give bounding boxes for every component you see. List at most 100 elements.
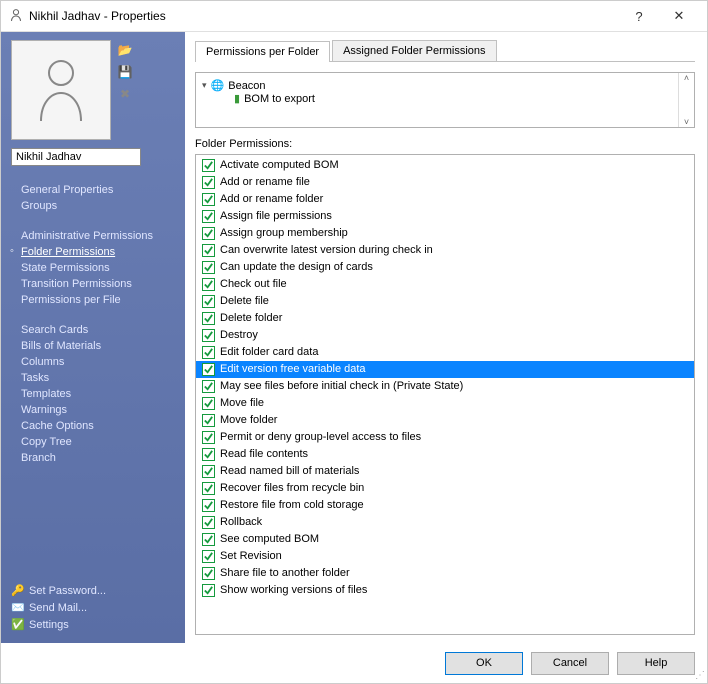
cancel-button[interactable]: Cancel [531, 652, 609, 675]
permission-row[interactable]: Edit version free variable data [196, 361, 694, 378]
checkbox[interactable] [202, 278, 215, 291]
sidebar-item-warnings[interactable]: Warnings [11, 404, 175, 420]
sidebar-item-folder-permissions[interactable]: Folder Permissions [11, 246, 175, 262]
checkbox[interactable] [202, 550, 215, 563]
permission-row[interactable]: Recover files from recycle bin [196, 480, 694, 497]
permission-row[interactable]: Delete file [196, 293, 694, 310]
tab-permissions-per-folder[interactable]: Permissions per Folder [195, 41, 330, 62]
permission-label: Check out file [220, 277, 287, 292]
user-name-input[interactable] [11, 148, 141, 166]
checkbox[interactable] [202, 380, 215, 393]
checkbox[interactable] [202, 448, 215, 461]
checkbox[interactable] [202, 244, 215, 257]
permission-row[interactable]: Can overwrite latest version during chec… [196, 242, 694, 259]
sidebar-action-set-password-[interactable]: 🔑Set Password... [11, 584, 175, 601]
checkbox[interactable] [202, 295, 215, 308]
scroll-down-icon[interactable]: ˅ [679, 117, 694, 127]
sidebar-item-transition-permissions[interactable]: Transition Permissions [11, 278, 175, 294]
checkbox[interactable] [202, 193, 215, 206]
permission-row[interactable]: Check out file [196, 276, 694, 293]
help-button[interactable]: ? [619, 9, 659, 24]
sidebar-item-cache-options[interactable]: Cache Options [11, 420, 175, 436]
sidebar-item-state-permissions[interactable]: State Permissions [11, 262, 175, 278]
permission-row[interactable]: Activate computed BOM [196, 157, 694, 174]
checkbox[interactable] [202, 210, 215, 223]
tab-assigned-folder-permissions[interactable]: Assigned Folder Permissions [332, 40, 496, 61]
checkbox[interactable] [202, 227, 215, 240]
permission-row[interactable]: Move file [196, 395, 694, 412]
scroll-up-icon[interactable]: ˄ [679, 73, 694, 83]
open-icon[interactable]: 📂 [117, 42, 133, 58]
sidebar-item-tasks[interactable]: Tasks [11, 372, 175, 388]
ok-button[interactable]: OK [445, 652, 523, 675]
permission-label: Set Revision [220, 549, 282, 564]
sidebar-item-search-cards[interactable]: Search Cards [11, 324, 175, 340]
checkbox[interactable] [202, 159, 215, 172]
permission-row[interactable]: Add or rename file [196, 174, 694, 191]
permission-row[interactable]: Show working versions of files [196, 582, 694, 599]
checkbox[interactable] [202, 346, 215, 359]
checkbox[interactable] [202, 567, 215, 580]
permission-row[interactable]: Read named bill of materials [196, 463, 694, 480]
checkbox[interactable] [202, 363, 215, 376]
permission-row[interactable]: Permit or deny group-level access to fil… [196, 429, 694, 446]
checkbox[interactable] [202, 499, 215, 512]
tree-scrollbar[interactable]: ˄ ˅ [678, 73, 694, 127]
sidebar-item-branch[interactable]: Branch [11, 452, 175, 468]
checkbox[interactable] [202, 261, 215, 274]
sidebar-item-bills-of-materials[interactable]: Bills of Materials [11, 340, 175, 356]
checkbox[interactable] [202, 397, 215, 410]
sidebar-item-templates[interactable]: Templates [11, 388, 175, 404]
checkbox[interactable] [202, 312, 215, 325]
sidebar-item-administrative-permissions[interactable]: Administrative Permissions [11, 230, 175, 246]
permission-label: May see files before initial check in (P… [220, 379, 463, 394]
permission-row[interactable]: Rollback [196, 514, 694, 531]
checkbox[interactable] [202, 431, 215, 444]
sidebar-item-copy-tree[interactable]: Copy Tree [11, 436, 175, 452]
permission-row[interactable]: See computed BOM [196, 531, 694, 548]
tree-root-label[interactable]: Beacon [228, 80, 265, 92]
permission-row[interactable]: Delete folder [196, 310, 694, 327]
permission-row[interactable]: Set Revision [196, 548, 694, 565]
permission-row[interactable]: Assign file permissions [196, 208, 694, 225]
resize-grip[interactable]: ⋰ [695, 670, 705, 681]
permission-label: See computed BOM [220, 532, 319, 547]
permission-row[interactable]: Assign group membership [196, 225, 694, 242]
permission-row[interactable]: Edit folder card data [196, 344, 694, 361]
permission-label: Permit or deny group-level access to fil… [220, 430, 421, 445]
close-button[interactable]: ✕ [659, 8, 699, 24]
checkbox[interactable] [202, 482, 215, 495]
permission-row[interactable]: Read file contents [196, 446, 694, 463]
titlebar: Nikhil Jadhav - Properties ? ✕ [1, 1, 707, 31]
permission-row[interactable]: Move folder [196, 412, 694, 429]
permission-row[interactable]: Restore file from cold storage [196, 497, 694, 514]
permission-row[interactable]: Add or rename folder [196, 191, 694, 208]
folder-tree[interactable]: ▾ 🌐 Beacon ▮ BOM to export ˄ ˅ [195, 72, 695, 128]
save-icon[interactable]: 💾 [117, 64, 133, 80]
permission-row[interactable]: Can update the design of cards [196, 259, 694, 276]
permission-row[interactable]: May see files before initial check in (P… [196, 378, 694, 395]
delete-icon[interactable]: ✖ [117, 86, 133, 102]
checkbox[interactable] [202, 584, 215, 597]
sidebar-item-columns[interactable]: Columns [11, 356, 175, 372]
permission-label: Add or rename folder [220, 192, 323, 207]
help-button-bottom[interactable]: Help [617, 652, 695, 675]
tree-child-label[interactable]: BOM to export [244, 93, 315, 105]
permission-row[interactable]: Destroy [196, 327, 694, 344]
checkbox[interactable] [202, 329, 215, 342]
sidebar-action-send-mail-[interactable]: ✉️Send Mail... [11, 601, 175, 618]
permission-row[interactable]: Share file to another folder [196, 565, 694, 582]
permissions-list[interactable]: Activate computed BOMAdd or rename fileA… [195, 154, 695, 635]
permission-label: Show working versions of files [220, 583, 367, 598]
sidebar-item-permissions-per-file[interactable]: Permissions per File [11, 294, 175, 310]
checkbox[interactable] [202, 176, 215, 189]
sidebar-action-settings[interactable]: ✅Settings [11, 618, 175, 635]
sidebar-item-general-properties[interactable]: General Properties [11, 184, 175, 200]
chevron-down-icon[interactable]: ▾ [202, 80, 207, 91]
key-icon: 🔑 [11, 584, 25, 597]
checkbox[interactable] [202, 465, 215, 478]
checkbox[interactable] [202, 516, 215, 529]
sidebar-item-groups[interactable]: Groups [11, 200, 175, 216]
checkbox[interactable] [202, 533, 215, 546]
checkbox[interactable] [202, 414, 215, 427]
